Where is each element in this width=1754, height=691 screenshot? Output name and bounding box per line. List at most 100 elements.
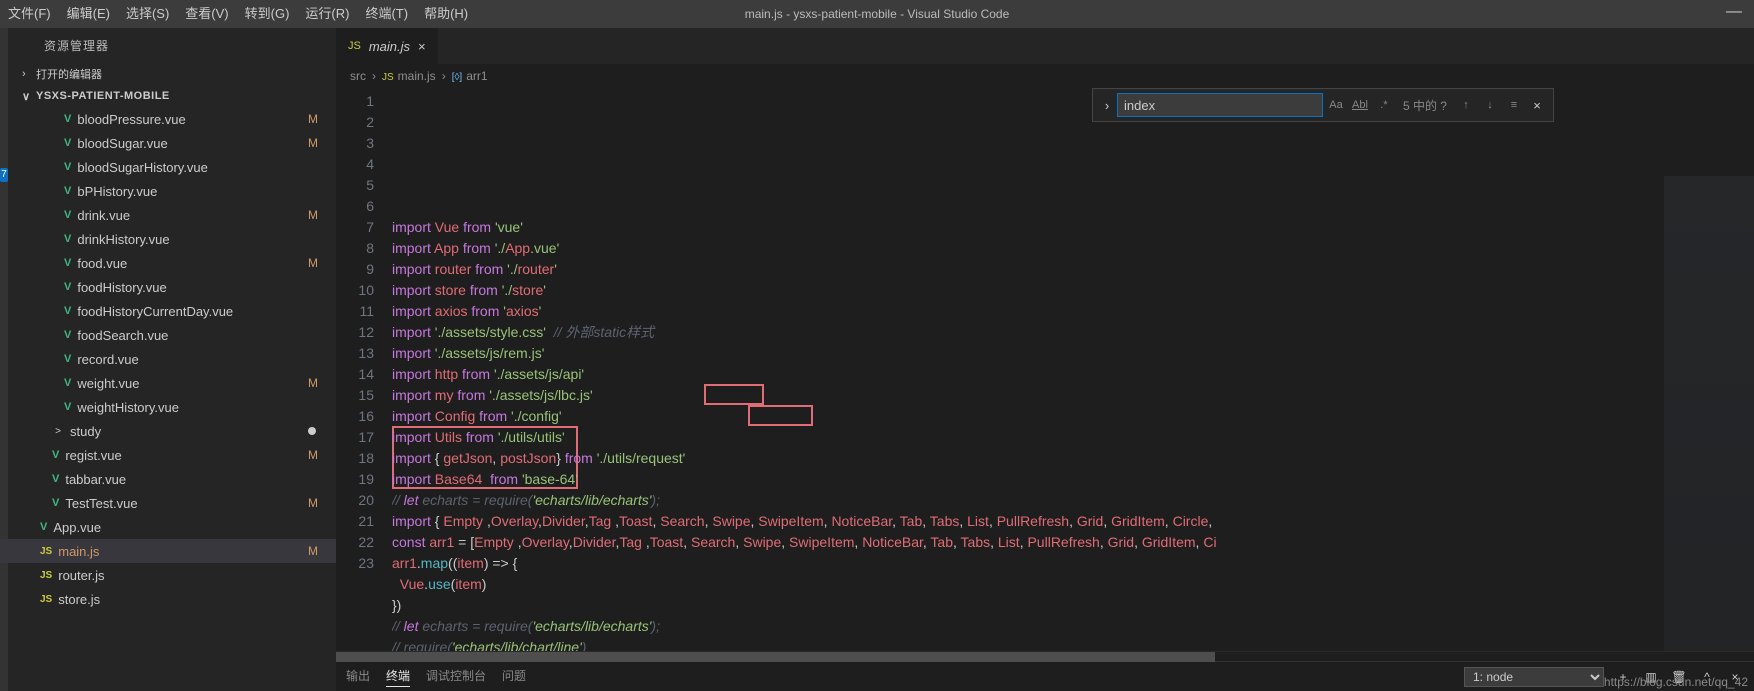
menubar: 文件(F) 编辑(E) 选择(S) 查看(V) 转到(G) 运行(R) 终端(T…: [0, 0, 1754, 28]
split-terminal-icon[interactable]: ▥: [1642, 670, 1660, 684]
git-modified-badge: M: [308, 376, 318, 390]
sidebar: 资源管理器 ›打开的编辑器 ∨YSXS-PATIENT-MOBILE Vbloo…: [0, 28, 336, 691]
tree-item[interactable]: VTestTest.vueM: [0, 491, 336, 515]
vue-icon: V: [52, 497, 59, 509]
breadcrumb[interactable]: src› JSmain.js› [◊]arr1: [336, 64, 1754, 88]
tree-item[interactable]: VweightHistory.vue: [0, 395, 336, 419]
tab-main-js[interactable]: JS main.js ×: [336, 28, 438, 64]
tree-item[interactable]: Vdrink.vueM: [0, 203, 336, 227]
git-modified-badge: M: [308, 256, 318, 270]
tree-item[interactable]: VbloodSugarHistory.vue: [0, 155, 336, 179]
new-terminal-icon[interactable]: +: [1614, 670, 1632, 684]
tree-item[interactable]: VbloodPressure.vueM: [0, 107, 336, 131]
menu-file[interactable]: 文件(F): [0, 0, 59, 28]
minimize-icon[interactable]: —: [1726, 3, 1742, 21]
tree-item[interactable]: VdrinkHistory.vue: [0, 227, 336, 251]
tree-item[interactable]: VbPHistory.vue: [0, 179, 336, 203]
tree-item[interactable]: JSrouter.js: [0, 563, 336, 587]
h-scrollbar[interactable]: [336, 651, 1754, 661]
find-close-icon[interactable]: ×: [1527, 98, 1547, 113]
panel-tab-debug[interactable]: 调试控制台: [426, 667, 486, 687]
menu-edit[interactable]: 编辑(E): [59, 0, 118, 28]
panel-tab-output[interactable]: 输出: [346, 667, 370, 687]
tree-item-label: foodSearch.vue: [77, 328, 336, 343]
vue-icon: V: [64, 137, 71, 149]
find-expand-icon[interactable]: ›: [1099, 98, 1115, 113]
h-scrollbar-thumb[interactable]: [336, 652, 1215, 662]
tree-item[interactable]: VfoodHistory.vue: [0, 275, 336, 299]
tree-item[interactable]: >study: [0, 419, 336, 443]
crumb-src[interactable]: src: [350, 69, 366, 83]
panel-tab-problems[interactable]: 问题: [502, 667, 526, 687]
tree-item-label: TestTest.vue: [65, 496, 308, 511]
tree-item-label: foodHistory.vue: [77, 280, 336, 295]
tree-item[interactable]: Vregist.vueM: [0, 443, 336, 467]
variable-icon: [◊]: [452, 72, 463, 83]
minimap[interactable]: [1664, 176, 1754, 656]
find-prev-icon[interactable]: ↑: [1455, 94, 1477, 116]
find-count: 5 中的 ?: [1397, 97, 1453, 114]
tree-item-label: foodHistoryCurrentDay.vue: [77, 304, 336, 319]
bottom-panel: 输出 终端 调试控制台 问题 1: node + ▥ 🗑 ^ ×: [336, 661, 1754, 691]
tree-item-label: bloodSugar.vue: [77, 136, 308, 151]
crumb-symbol[interactable]: [◊]arr1: [452, 69, 488, 83]
menu-select[interactable]: 选择(S): [118, 0, 177, 28]
file-tree: VbloodPressure.vueMVbloodSugar.vueMVbloo…: [0, 107, 336, 691]
tree-item[interactable]: Vweight.vueM: [0, 371, 336, 395]
vue-icon: V: [52, 449, 59, 461]
tree-item[interactable]: VfoodSearch.vue: [0, 323, 336, 347]
find-input[interactable]: [1117, 93, 1323, 117]
close-panel-icon[interactable]: ×: [1726, 670, 1744, 684]
menu-help[interactable]: 帮助(H): [416, 0, 476, 28]
find-widget: › Aa Abl .* 5 中的 ? ↑ ↓ ≡ ×: [1092, 88, 1554, 122]
git-modified-badge: M: [308, 208, 318, 222]
trash-icon[interactable]: 🗑: [1670, 670, 1688, 684]
tree-item[interactable]: Vrecord.vue: [0, 347, 336, 371]
tree-item-label: regist.vue: [65, 448, 308, 463]
find-case-icon[interactable]: Aa: [1325, 94, 1347, 116]
chevron-right-icon: >: [52, 426, 64, 437]
find-regex-icon[interactable]: .*: [1373, 94, 1395, 116]
code-editor[interactable]: 1234567891011121314151617181920212223 im…: [336, 88, 1754, 651]
menu-view[interactable]: 查看(V): [177, 0, 236, 28]
tree-item[interactable]: VfoodHistoryCurrentDay.vue: [0, 299, 336, 323]
js-icon: JS: [40, 570, 52, 581]
crumb-file[interactable]: JSmain.js: [382, 69, 436, 83]
tree-item-label: bloodPressure.vue: [77, 112, 308, 127]
maximize-icon[interactable]: ^: [1698, 670, 1716, 684]
project-header[interactable]: ∨YSXS-PATIENT-MOBILE: [0, 85, 336, 107]
tree-item[interactable]: JSstore.js: [0, 587, 336, 611]
tab-label: main.js: [369, 39, 410, 54]
open-editors-label: 打开的编辑器: [36, 66, 102, 82]
find-filter-icon[interactable]: ≡: [1503, 94, 1525, 116]
vue-icon: V: [64, 305, 71, 317]
modified-dot-icon: [308, 427, 316, 435]
tree-item-label: food.vue: [77, 256, 308, 271]
close-icon[interactable]: ×: [418, 39, 426, 54]
tree-item[interactable]: Vfood.vueM: [0, 251, 336, 275]
project-label: YSXS-PATIENT-MOBILE: [36, 90, 170, 102]
tree-item-label: weight.vue: [77, 376, 308, 391]
tree-item[interactable]: Vtabbar.vue: [0, 467, 336, 491]
vue-icon: V: [64, 377, 71, 389]
tree-item-label: bPHistory.vue: [77, 184, 336, 199]
menu-goto[interactable]: 转到(G): [237, 0, 298, 28]
menu-term[interactable]: 终端(T): [357, 0, 416, 28]
vue-icon: V: [64, 329, 71, 341]
find-word-icon[interactable]: Abl: [1349, 94, 1371, 116]
vue-icon: V: [64, 353, 71, 365]
tree-item[interactable]: VApp.vue: [0, 515, 336, 539]
code-content[interactable]: import Vue from 'vue'import App from './…: [392, 88, 1754, 651]
menu-run[interactable]: 运行(R): [297, 0, 357, 28]
panel-tab-terminal[interactable]: 终端: [386, 667, 410, 687]
vue-icon: V: [64, 185, 71, 197]
tree-item-label: record.vue: [77, 352, 336, 367]
line-gutter: 1234567891011121314151617181920212223: [336, 88, 392, 651]
find-next-icon[interactable]: ↓: [1479, 94, 1501, 116]
tree-item[interactable]: JSmain.jsM: [0, 539, 336, 563]
open-editors-header[interactable]: ›打开的编辑器: [0, 63, 336, 85]
panel-tabs: 输出 终端 调试控制台 问题: [346, 667, 526, 687]
vue-icon: V: [64, 257, 71, 269]
terminal-select[interactable]: 1: node: [1464, 667, 1604, 687]
tree-item[interactable]: VbloodSugar.vueM: [0, 131, 336, 155]
